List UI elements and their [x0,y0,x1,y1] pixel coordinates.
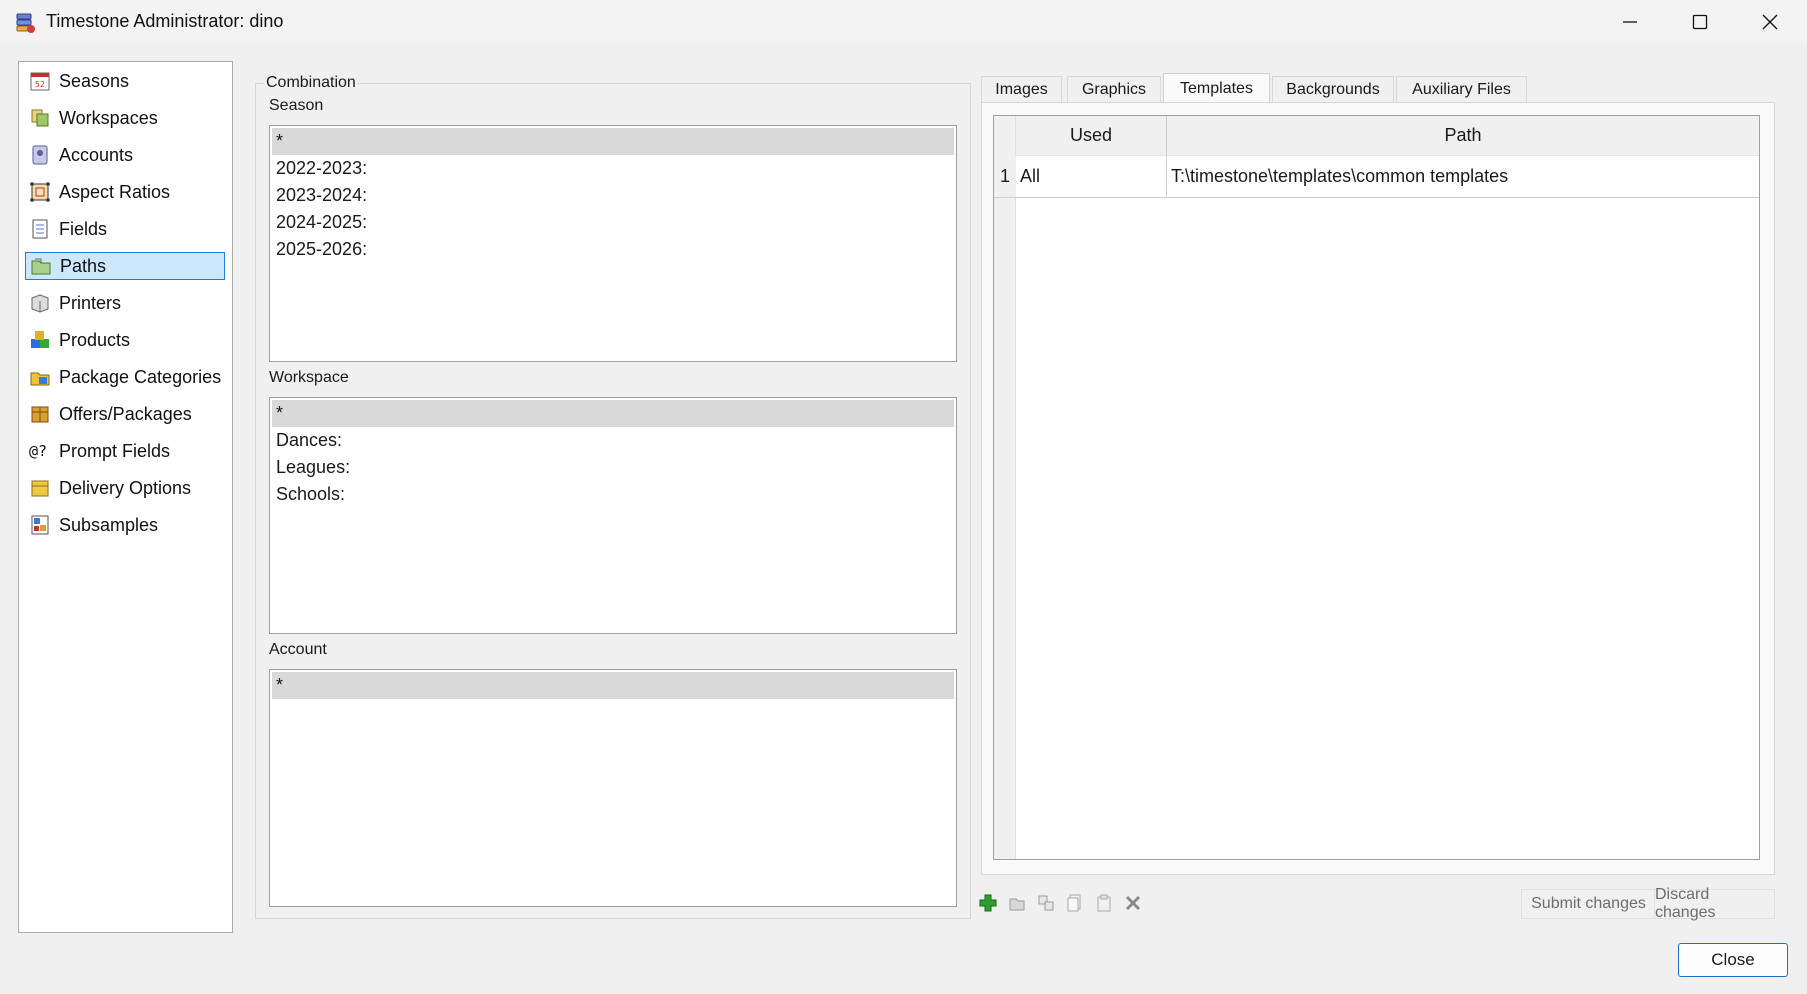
close-button[interactable]: Close [1678,943,1788,977]
list-item[interactable]: Dances: [272,427,954,454]
sidebar-item-label: Seasons [59,70,130,91]
list-item[interactable]: Leagues: [272,454,954,481]
tab-templates[interactable]: Templates [1163,73,1270,103]
paste-icon[interactable] [1094,893,1114,913]
workspace-list[interactable]: * Dances: Leagues: Schools: [269,397,957,634]
submit-changes-button[interactable]: Submit changes [1521,889,1656,919]
sidebar-item-subsamples[interactable]: Subsamples [25,511,225,539]
sidebar-item-label: Subsamples [59,514,159,535]
cell-path[interactable]: T:\timestone\templates\common templates [1167,156,1759,198]
list-item[interactable]: * [272,672,954,699]
title-bar: Timestone Administrator: dino [0,0,1807,44]
copy-icon[interactable] [1065,893,1085,913]
close-window-button[interactable] [1735,0,1805,44]
workspaces-icon [31,109,49,127]
paths-icon [31,258,51,275]
list-item[interactable]: 2022-2023: [272,155,954,182]
cell-used[interactable]: All [1016,156,1167,198]
sidebar-item-label: Products [59,329,131,350]
account-list[interactable]: * [269,669,957,907]
delivery-options-icon [31,480,49,497]
tab-graphics[interactable]: Graphics [1067,76,1161,102]
list-item[interactable]: 2025-2026: [272,236,954,263]
sidebar-item-paths[interactable]: Paths [25,252,225,280]
row-header-column [994,116,1016,859]
maximize-icon [1692,14,1708,30]
sidebar-item-label: Accounts [59,144,134,165]
list-item[interactable]: * [272,400,954,427]
svg-text:52: 52 [35,80,45,89]
subsamples-icon [31,515,49,535]
sidebar-item-label: Workspaces [59,107,158,128]
database-stack-icon [16,13,35,33]
accounts-icon [32,145,48,165]
offers-packages-icon [31,406,49,423]
sidebar-item-workspaces[interactable]: Workspaces [25,104,225,132]
products-icon [31,331,49,348]
delete-icon[interactable] [1123,893,1143,913]
sidebar-item-label: Paths [60,255,107,276]
sidebar-item-accounts[interactable]: Accounts [25,141,225,169]
prompt-fields-icon: @? [29,442,48,460]
sidebar-item-label: Fields [59,218,108,239]
list-item[interactable]: * [272,128,954,155]
calendar-icon: 52 [30,72,50,91]
discard-changes-button[interactable]: Discard changes [1654,886,1775,921]
sidebar-item-label: Printers [59,292,122,313]
printer-icon [31,294,49,313]
row-number[interactable]: 1 [994,156,1016,198]
sidebar-item-label: Package Categories [59,366,222,387]
tab-auxiliary-files[interactable]: Auxiliary Files [1396,76,1527,102]
sidebar-item-label: Prompt Fields [59,440,171,461]
tab-images[interactable]: Images [981,76,1062,102]
list-item[interactable]: 2023-2024: [272,182,954,209]
column-header-used[interactable]: Used [1016,116,1167,156]
sidebar-item-offers-packages[interactable]: Offers/Packages [25,400,225,428]
sidebar-item-fields[interactable]: Fields [25,215,225,243]
minimize-icon [1623,21,1637,23]
sidebar-item-prompt-fields[interactable]: @? Prompt Fields [25,437,225,465]
list-item[interactable]: 2024-2025: [272,209,954,236]
fields-icon [32,219,48,239]
sidebar-item-label: Aspect Ratios [59,181,171,202]
account-label: Account [269,641,327,658]
package-categories-icon [30,372,50,386]
add-icon[interactable] [978,893,998,913]
close-icon [1762,14,1778,30]
sidebar-item-seasons[interactable]: 52 Seasons [25,67,225,95]
duplicate-icon[interactable] [1036,893,1056,913]
sidebar-item-printers[interactable]: Printers [25,289,225,317]
edit-icon[interactable] [1007,893,1027,913]
sidebar-item-label: Offers/Packages [59,403,192,424]
tab-backgrounds[interactable]: Backgrounds [1272,76,1394,102]
sidebar-item-package-categories[interactable]: Package Categories [25,363,225,391]
season-list[interactable]: * 2022-2023: 2023-2024: 2024-2025: 2025-… [269,125,957,362]
workspace-label: Workspace [269,369,349,386]
paths-grid[interactable]: Used Path 1 All T:\timestone\templates\c… [993,115,1760,860]
sidebar-item-products[interactable]: Products [25,326,225,354]
sidebar-item-delivery-options[interactable]: Delivery Options [25,474,225,502]
list-item[interactable]: Schools: [272,481,954,508]
window-title: Timestone Administrator: dino [46,11,284,31]
column-header-path[interactable]: Path [1167,116,1759,156]
sidebar-nav: 52 Seasons Workspaces Accounts Aspect Ra… [18,61,233,933]
sidebar-item-label: Delivery Options [59,477,192,498]
sidebar-item-aspect-ratios[interactable]: Aspect Ratios [25,178,225,206]
minimize-button[interactable] [1595,0,1665,44]
season-label: Season [269,97,324,114]
maximize-button[interactable] [1665,0,1735,44]
aspect-ratio-icon [30,182,50,202]
combination-caption: Combination [264,74,358,92]
